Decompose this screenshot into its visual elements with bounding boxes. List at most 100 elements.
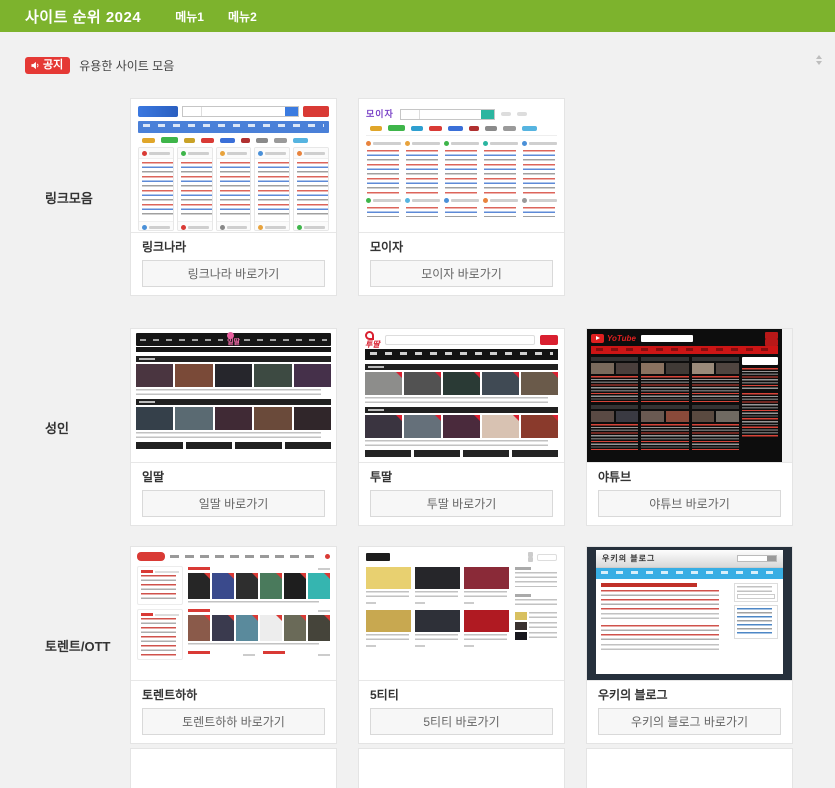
decor (260, 615, 282, 641)
preview-content (596, 579, 783, 655)
decor (366, 610, 411, 632)
site-thumbnail[interactable]: 투딸 (359, 329, 564, 463)
site-card-body: 우키의 블로그 우키의 블로그 바로가기 (587, 681, 792, 743)
decor (591, 363, 638, 374)
decor (515, 612, 527, 620)
site-thumbnail[interactable] (131, 547, 336, 681)
decor (274, 138, 287, 143)
site-go-button[interactable]: 야튜브 바로가기 (598, 490, 781, 517)
site-go-button[interactable]: 모이자 바로가기 (370, 260, 553, 287)
decor (641, 357, 688, 361)
decor (188, 651, 210, 654)
site-go-button[interactable]: 5티티 바로가기 (370, 708, 553, 735)
decor (373, 199, 401, 202)
preview-search-bar (641, 335, 693, 342)
decor (515, 567, 531, 570)
decor (641, 376, 688, 402)
preview-topbar (138, 105, 329, 117)
site-thumbnail[interactable]: 일딸 (131, 329, 336, 463)
decor (596, 348, 773, 351)
category-row: 토렌트/OTT (0, 546, 835, 744)
decor (155, 571, 179, 573)
site-thumbnail[interactable]: 모이자 (359, 99, 564, 233)
decor (367, 207, 399, 217)
decor (137, 609, 183, 660)
decor (406, 150, 438, 194)
decor (483, 196, 518, 205)
site-go-button[interactable]: 링크나라 바로가기 (142, 260, 325, 287)
tudal-site-preview: 투딸 (359, 329, 564, 462)
decor (258, 225, 263, 230)
speaker-icon (31, 61, 40, 70)
decor (136, 347, 331, 352)
decor (235, 442, 282, 449)
preview-poster-area (188, 566, 330, 664)
decor (325, 554, 330, 559)
preview-header-bar: 일딸 (136, 333, 331, 346)
torrenthaha-site-preview (131, 547, 336, 680)
site-thumbnail[interactable]: YoTube (587, 329, 792, 463)
decor (263, 651, 330, 656)
arrow-down-icon (816, 61, 822, 65)
preview-red-button (303, 106, 329, 117)
decor (184, 138, 195, 143)
site-go-button[interactable]: 우키의 블로그 바로가기 (598, 708, 781, 735)
site-card-body: 일딸 일딸 바로가기 (131, 463, 336, 525)
preview-search-bar (385, 335, 535, 345)
decor (366, 634, 409, 643)
decor (484, 207, 516, 217)
decor (692, 363, 715, 374)
preview-topbar: 모이자 (366, 105, 557, 121)
decor (366, 139, 401, 225)
decor (415, 645, 425, 647)
site-title: 우키의 블로그 (598, 688, 781, 702)
decor (601, 613, 719, 622)
notice-link[interactable]: 유용한 사이트 모음 (79, 57, 174, 74)
preview-sidebar (515, 567, 557, 647)
decor (216, 147, 252, 231)
site-card: 일딸 일딸 일딸 바로가기 (130, 328, 337, 526)
decor (515, 612, 557, 620)
decor (404, 415, 441, 438)
nav-item-menu2[interactable]: 메뉴2 (228, 8, 257, 25)
decor (641, 357, 688, 453)
decor (415, 610, 460, 632)
decor (742, 357, 778, 365)
decor (255, 148, 289, 159)
site-thumbnail[interactable]: 우키의 블로그 (587, 547, 792, 681)
decor (308, 573, 330, 599)
decor (451, 142, 479, 145)
decor (294, 221, 328, 231)
decor (601, 625, 719, 641)
category-label: 성인 (0, 418, 130, 437)
site-go-button[interactable]: 토렌트하하 바로가기 (142, 708, 325, 735)
site-thumbnail[interactable] (131, 99, 336, 233)
heart-icon (227, 332, 234, 339)
preview-footer-boxes (136, 442, 331, 449)
site-title: 야튜브 (598, 470, 781, 484)
decor (444, 141, 449, 146)
category-cards: 링크나라 링크나라 바로가기 모이자 모이자 모이자 바로가기 (130, 98, 565, 296)
site-thumbnail[interactable] (359, 547, 564, 681)
site-go-button[interactable]: 일딸 바로가기 (142, 490, 325, 517)
decor (464, 610, 509, 647)
decor (136, 432, 321, 438)
decor (284, 573, 306, 599)
site-go-button[interactable]: 투딸 바로가기 (370, 490, 553, 517)
preview-brand-links (366, 125, 557, 131)
decor (429, 126, 442, 131)
decor (529, 142, 557, 145)
decor (405, 139, 440, 148)
nav-item-menu1[interactable]: 메뉴1 (175, 8, 204, 25)
decor (373, 142, 401, 145)
preview-video-section (136, 399, 331, 438)
preview-article-grid (366, 567, 509, 647)
site-title: 토렌트하하 (142, 688, 325, 702)
decor (482, 415, 519, 438)
decor (256, 138, 268, 143)
decor (641, 411, 688, 422)
updown-arrows-icon[interactable] (816, 53, 822, 67)
decor (365, 372, 402, 395)
decor (255, 221, 289, 231)
category-row-partial (0, 748, 835, 788)
